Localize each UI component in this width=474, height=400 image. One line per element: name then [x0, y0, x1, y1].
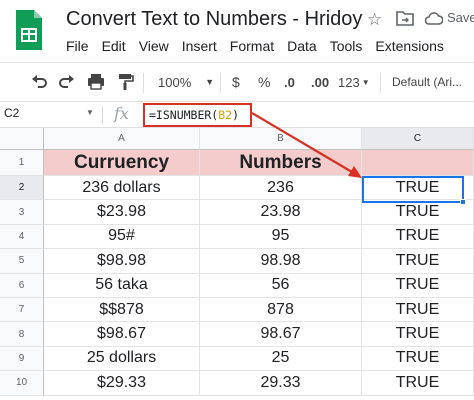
cell-a9[interactable]: 25 dollars: [44, 346, 200, 372]
spreadsheet-grid: A B C 1 Curruency Numbers 2 236 dollars 236 TR…: [0, 128, 474, 400]
row-header-1[interactable]: 1: [0, 150, 44, 176]
formula-bar: C2 ▼ fx =ISNUMBER(B2): [0, 102, 474, 128]
formula-input[interactable]: =ISNUMBER(B2): [143, 103, 252, 127]
row-header-2[interactable]: 2: [0, 176, 44, 201]
menu-tools[interactable]: Tools: [330, 38, 363, 58]
toolbar-divider: [220, 73, 221, 93]
menu-insert[interactable]: Insert: [182, 38, 217, 58]
star-icon[interactable]: ☆: [367, 10, 382, 30]
cell-c5[interactable]: TRUE: [362, 249, 474, 274]
cell-a3[interactable]: $23.98: [44, 200, 200, 225]
cloud-status-icon[interactable]: [425, 11, 443, 25]
decrease-decimal-button[interactable]: .0: [284, 63, 295, 101]
cell-b8[interactable]: 98.67: [200, 322, 362, 347]
chevron-down-icon: ▼: [205, 77, 215, 87]
cell-b9[interactable]: 25: [200, 346, 362, 372]
move-to-folder-icon[interactable]: [396, 10, 414, 26]
cell-a5[interactable]: $98.98: [44, 249, 200, 274]
cell-a2[interactable]: 236 dollars: [44, 176, 200, 201]
cell-c8[interactable]: TRUE: [362, 322, 474, 347]
formula-divider: [102, 106, 103, 124]
menu-file[interactable]: File: [66, 38, 89, 58]
cell-c4[interactable]: TRUE: [362, 224, 474, 250]
currency-format-button[interactable]: $: [232, 63, 240, 101]
increase-decimal-button[interactable]: .00: [311, 63, 329, 101]
sheets-logo-icon[interactable]: [14, 8, 44, 52]
more-formats-label: 123: [338, 74, 360, 90]
row-header-4[interactable]: 4: [0, 224, 44, 250]
cell-c10[interactable]: TRUE: [362, 371, 474, 396]
fx-icon: fx: [114, 104, 129, 123]
menu-view[interactable]: View: [139, 38, 169, 58]
cell-a10[interactable]: $29.33: [44, 371, 200, 396]
cell-c1[interactable]: [362, 150, 474, 176]
chevron-down-icon: ▼: [361, 77, 370, 87]
chevron-down-icon[interactable]: ▼: [86, 108, 94, 117]
save-status-label: Save: [447, 10, 474, 25]
cell-a6[interactable]: 56 taka: [44, 273, 200, 298]
row-header-9[interactable]: 9: [0, 346, 44, 372]
more-formats-button[interactable]: 123 ▼: [338, 63, 370, 101]
zoom-select[interactable]: 100% ▼: [158, 63, 214, 101]
toolbar-divider: [143, 73, 144, 93]
print-icon[interactable]: [86, 63, 106, 101]
menu-extensions[interactable]: Extensions: [375, 38, 443, 58]
cell-b7[interactable]: 878: [200, 298, 362, 323]
document-title[interactable]: Convert Text to Numbers - Hridoy: [66, 8, 362, 31]
cell-a1[interactable]: Curruency: [44, 150, 200, 176]
percent-format-button[interactable]: %: [258, 63, 270, 101]
formula-cell-reference: B2: [218, 108, 233, 122]
cell-a4[interactable]: 95#: [44, 224, 200, 250]
menu-data[interactable]: Data: [287, 38, 317, 58]
column-header-a[interactable]: A: [44, 128, 200, 150]
menu-bar: File Edit View Insert Format Data Tools …: [66, 38, 457, 58]
cell-b6[interactable]: 56: [200, 273, 362, 298]
cell-b2[interactable]: 236: [200, 176, 362, 201]
cell-a8[interactable]: $98.67: [44, 322, 200, 347]
cell-c2[interactable]: TRUE: [362, 176, 474, 201]
select-all-corner[interactable]: [0, 128, 44, 150]
paint-format-icon[interactable]: [116, 63, 134, 101]
cell-c6[interactable]: TRUE: [362, 273, 474, 298]
font-family-select[interactable]: Default (Ari...: [392, 63, 462, 101]
undo-icon[interactable]: [30, 63, 48, 101]
column-header-c[interactable]: C: [362, 128, 474, 150]
cell-c3[interactable]: TRUE: [362, 200, 474, 225]
row-header-8[interactable]: 8: [0, 322, 44, 347]
formula-prefix: =ISNUMBER(: [149, 108, 219, 122]
toolbar: 100% ▼ $ % .0 .00 123 ▼ Default (Ari...: [0, 62, 474, 102]
row-header-3[interactable]: 3: [0, 200, 44, 225]
menu-format[interactable]: Format: [230, 38, 274, 58]
cell-a7[interactable]: $$878: [44, 298, 200, 323]
formula-suffix: ): [232, 108, 240, 122]
cell-b5[interactable]: 98.98: [200, 249, 362, 274]
row-header-6[interactable]: 6: [0, 273, 44, 298]
column-header-b[interactable]: B: [200, 128, 362, 150]
row-header-5[interactable]: 5: [0, 249, 44, 274]
title-bar: Convert Text to Numbers - Hridoy ☆ Save …: [0, 0, 474, 62]
cell-b10[interactable]: 29.33: [200, 371, 362, 396]
row-header-10[interactable]: 10: [0, 371, 44, 396]
cell-c9[interactable]: TRUE: [362, 346, 474, 372]
menu-edit[interactable]: Edit: [102, 38, 126, 58]
zoom-value: 100%: [158, 74, 192, 90]
cell-c7[interactable]: TRUE: [362, 298, 474, 323]
cell-b4[interactable]: 95: [200, 224, 362, 250]
toolbar-divider: [380, 73, 381, 93]
cell-b3[interactable]: 23.98: [200, 200, 362, 225]
row-header-7[interactable]: 7: [0, 298, 44, 323]
fill-handle[interactable]: [460, 199, 466, 205]
cell-b1[interactable]: Numbers: [200, 150, 362, 176]
name-box[interactable]: C2: [4, 106, 19, 120]
redo-icon[interactable]: [58, 63, 76, 101]
